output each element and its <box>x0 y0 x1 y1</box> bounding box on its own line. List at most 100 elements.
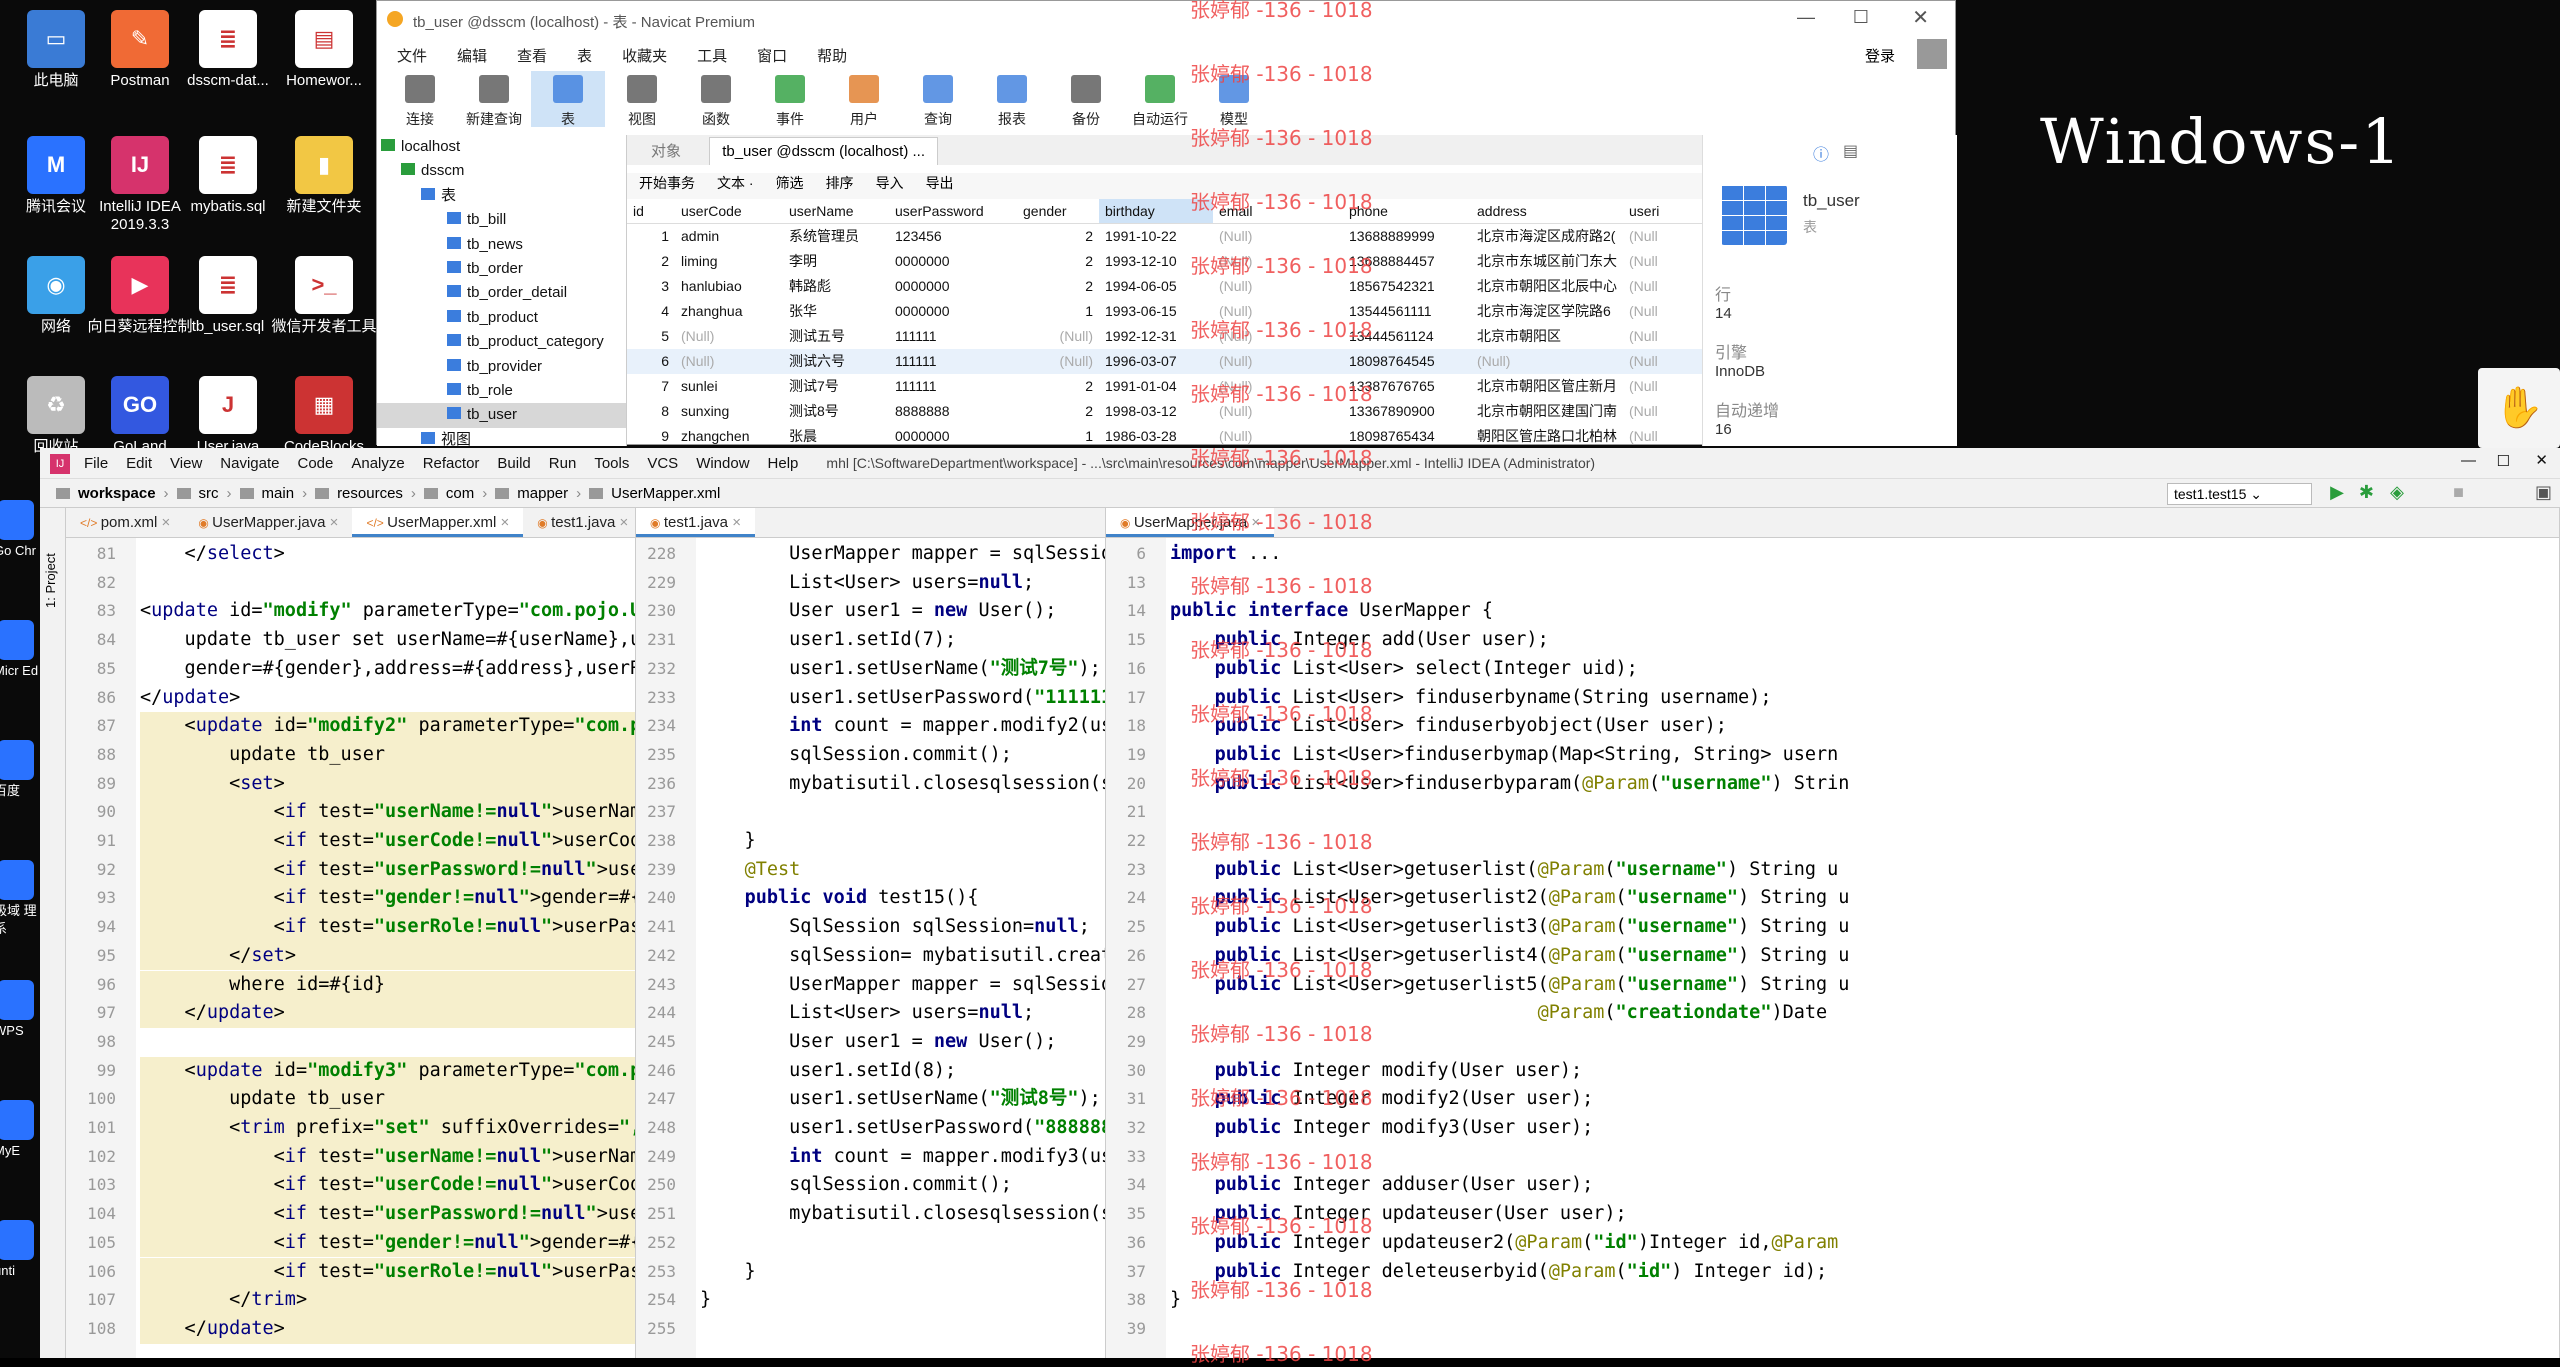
breadcrumb-item[interactable]: workspace <box>78 485 156 502</box>
tree-item[interactable]: tb_product <box>377 306 626 330</box>
idea-menu-window[interactable]: Window <box>696 455 749 472</box>
table-row[interactable]: 2 liming 李明 0000000 2 1993-12-10 (Null) 1368888… <box>627 249 1702 274</box>
idea-close-button[interactable]: ✕ <box>2535 451 2548 469</box>
editor-tab[interactable]: ◉ UserMapper.java × <box>184 508 352 537</box>
tree-item[interactable]: 表 <box>377 184 626 208</box>
grid-tool[interactable]: 文本 · <box>717 173 754 199</box>
cell[interactable]: (Null) <box>675 349 783 374</box>
cell[interactable]: 0000000 <box>889 249 1017 274</box>
toolbar-button[interactable]: 报表 <box>975 71 1049 127</box>
cell[interactable]: 北京市朝阳区北辰中心 <box>1471 274 1623 299</box>
close-tab-icon[interactable]: × <box>326 514 339 531</box>
cell[interactable]: 北京市东城区前门东大 <box>1471 249 1623 274</box>
grid-tool[interactable]: 开始事务 <box>639 173 695 199</box>
info-icon[interactable]: ⓘ <box>1813 141 1829 165</box>
cell[interactable]: 5 <box>627 324 675 349</box>
tree-item[interactable]: tb_bill <box>377 208 626 232</box>
cell[interactable]: 111111 <box>889 349 1017 374</box>
idea-menu-build[interactable]: Build <box>497 455 530 472</box>
tree-item[interactable]: tb_order_detail <box>377 281 626 305</box>
menu-1[interactable]: 编辑 <box>457 45 487 65</box>
cell[interactable]: (Null <box>1623 399 1702 424</box>
cell[interactable]: (Null) <box>1471 349 1623 374</box>
cell[interactable]: (Null <box>1623 274 1702 299</box>
cell[interactable]: 2 <box>1017 399 1099 424</box>
table-row[interactable]: 4 zhanghua 张华 0000000 1 1993-06-15 (Null) 13544… <box>627 299 1702 324</box>
tree-item[interactable]: tb_user <box>377 403 626 428</box>
cell[interactable]: 测试8号 <box>783 399 889 424</box>
desktop-icon[interactable]: ▮ 新建文件夹 <box>264 130 384 216</box>
close-tab-icon[interactable]: × <box>615 514 628 531</box>
minimize-button[interactable]: — <box>1797 7 1815 28</box>
idea-menu-tools[interactable]: Tools <box>594 455 629 472</box>
cell[interactable]: 2 <box>1017 274 1099 299</box>
cell[interactable]: sunlei <box>675 374 783 399</box>
toolbar-button[interactable]: 视图 <box>605 71 679 127</box>
cell[interactable]: 0000000 <box>889 299 1017 324</box>
cell[interactable]: 北京市朝阳区管庄新月 <box>1471 374 1623 399</box>
stop-icon[interactable]: ■ <box>2453 482 2464 503</box>
idea-maximize-button[interactable]: ☐ <box>2497 452 2510 470</box>
idea-menu-navigate[interactable]: Navigate <box>220 455 279 472</box>
idea-menu-refactor[interactable]: Refactor <box>423 455 480 472</box>
idea-menu-view[interactable]: View <box>170 455 202 472</box>
grid-tool[interactable]: 导入 <box>876 173 904 199</box>
menu-2[interactable]: 查看 <box>517 45 547 65</box>
cell[interactable]: 6 <box>627 349 675 374</box>
cell[interactable]: 测试五号 <box>783 324 889 349</box>
idea-menu-edit[interactable]: Edit <box>126 455 152 472</box>
toolbar-button[interactable]: 备份 <box>1049 71 1123 127</box>
table-row[interactable]: 6 (Null) 测试六号 111111 (Null) 1996-03-07 (Null) 1… <box>627 349 1702 374</box>
cell[interactable]: 1 <box>1017 299 1099 324</box>
tab-tb-user[interactable]: tb_user @dsscm (localhost) ... <box>709 137 938 165</box>
editor-tab[interactable]: ◉ test1.java × <box>523 508 635 537</box>
project-structure-icon[interactable]: ▣ <box>2535 482 2552 503</box>
cell[interactable]: 13688889999 <box>1343 224 1471 249</box>
breadcrumb-item[interactable]: resources <box>337 485 403 502</box>
cell[interactable]: 18098764545 <box>1343 349 1471 374</box>
column-header[interactable]: useri <box>1623 199 1702 223</box>
cell[interactable]: 7 <box>627 374 675 399</box>
project-tool-strip[interactable]: 1: Project <box>40 508 66 1358</box>
desktop-icon[interactable]: >_ 微信开发者工具 <box>264 250 384 336</box>
editor-tab[interactable]: ◉ test1.java × <box>636 508 755 537</box>
run-icon[interactable]: ▶ <box>2330 482 2344 503</box>
cell[interactable]: (Null) <box>1017 349 1099 374</box>
desktop-icon[interactable]: ▦ CodeBlocks <box>264 370 384 456</box>
toolbar-button[interactable]: 用户 <box>827 71 901 127</box>
code-area[interactable]: 228 UserMapper mapper = sqlSession.getMa… <box>636 538 1105 1358</box>
toolbar-button[interactable]: 函数 <box>679 71 753 127</box>
coverage-icon[interactable]: ◈ <box>2390 482 2404 503</box>
menu-7[interactable]: 帮助 <box>817 45 847 65</box>
desktop-icon-partial[interactable]: WPS <box>0 980 40 1040</box>
idea-menu-run[interactable]: Run <box>549 455 577 472</box>
toolbar-button[interactable]: 新建查询 <box>457 71 531 127</box>
cell[interactable]: 123456 <box>889 224 1017 249</box>
idea-menu-analyze[interactable]: Analyze <box>351 455 404 472</box>
cell[interactable]: 8888888 <box>889 399 1017 424</box>
cell[interactable]: 111111 <box>889 374 1017 399</box>
desktop-icon-partial[interactable]: Go Chr <box>0 500 40 560</box>
toolbar-button[interactable]: 连接 <box>383 71 457 127</box>
idea-menu-help[interactable]: Help <box>768 455 799 472</box>
cell[interactable]: 0000000 <box>889 424 1017 446</box>
project-tool-label[interactable]: 1: Project <box>43 553 58 608</box>
column-header[interactable]: userName <box>783 199 889 223</box>
cell[interactable]: 北京市朝阳区 <box>1471 324 1623 349</box>
cell[interactable]: 2 <box>627 249 675 274</box>
table-row[interactable]: 1 admin 系统管理员 123456 2 1991-10-22 (Null) 136888… <box>627 224 1702 249</box>
cell[interactable]: (Null) <box>675 324 783 349</box>
cell[interactable]: 1996-03-07 <box>1099 349 1213 374</box>
idea-menu-code[interactable]: Code <box>297 455 333 472</box>
cell[interactable]: 1 <box>1017 424 1099 446</box>
cell[interactable]: sunxing <box>675 399 783 424</box>
cell[interactable]: 1 <box>627 224 675 249</box>
cell[interactable]: 张华 <box>783 299 889 324</box>
cell[interactable]: 朝阳区管庄路口北柏林 <box>1471 424 1623 446</box>
tree-item[interactable]: localhost <box>377 135 626 159</box>
cell[interactable]: 韩路彪 <box>783 274 889 299</box>
cell[interactable]: 北京市朝阳区建国门南 <box>1471 399 1623 424</box>
table-row[interactable]: 8 sunxing 测试8号 8888888 2 1998-03-12 (Null) 1336… <box>627 399 1702 424</box>
cell[interactable]: (Null) <box>1213 224 1343 249</box>
editor-tab[interactable]: </> pom.xml × <box>66 508 184 537</box>
